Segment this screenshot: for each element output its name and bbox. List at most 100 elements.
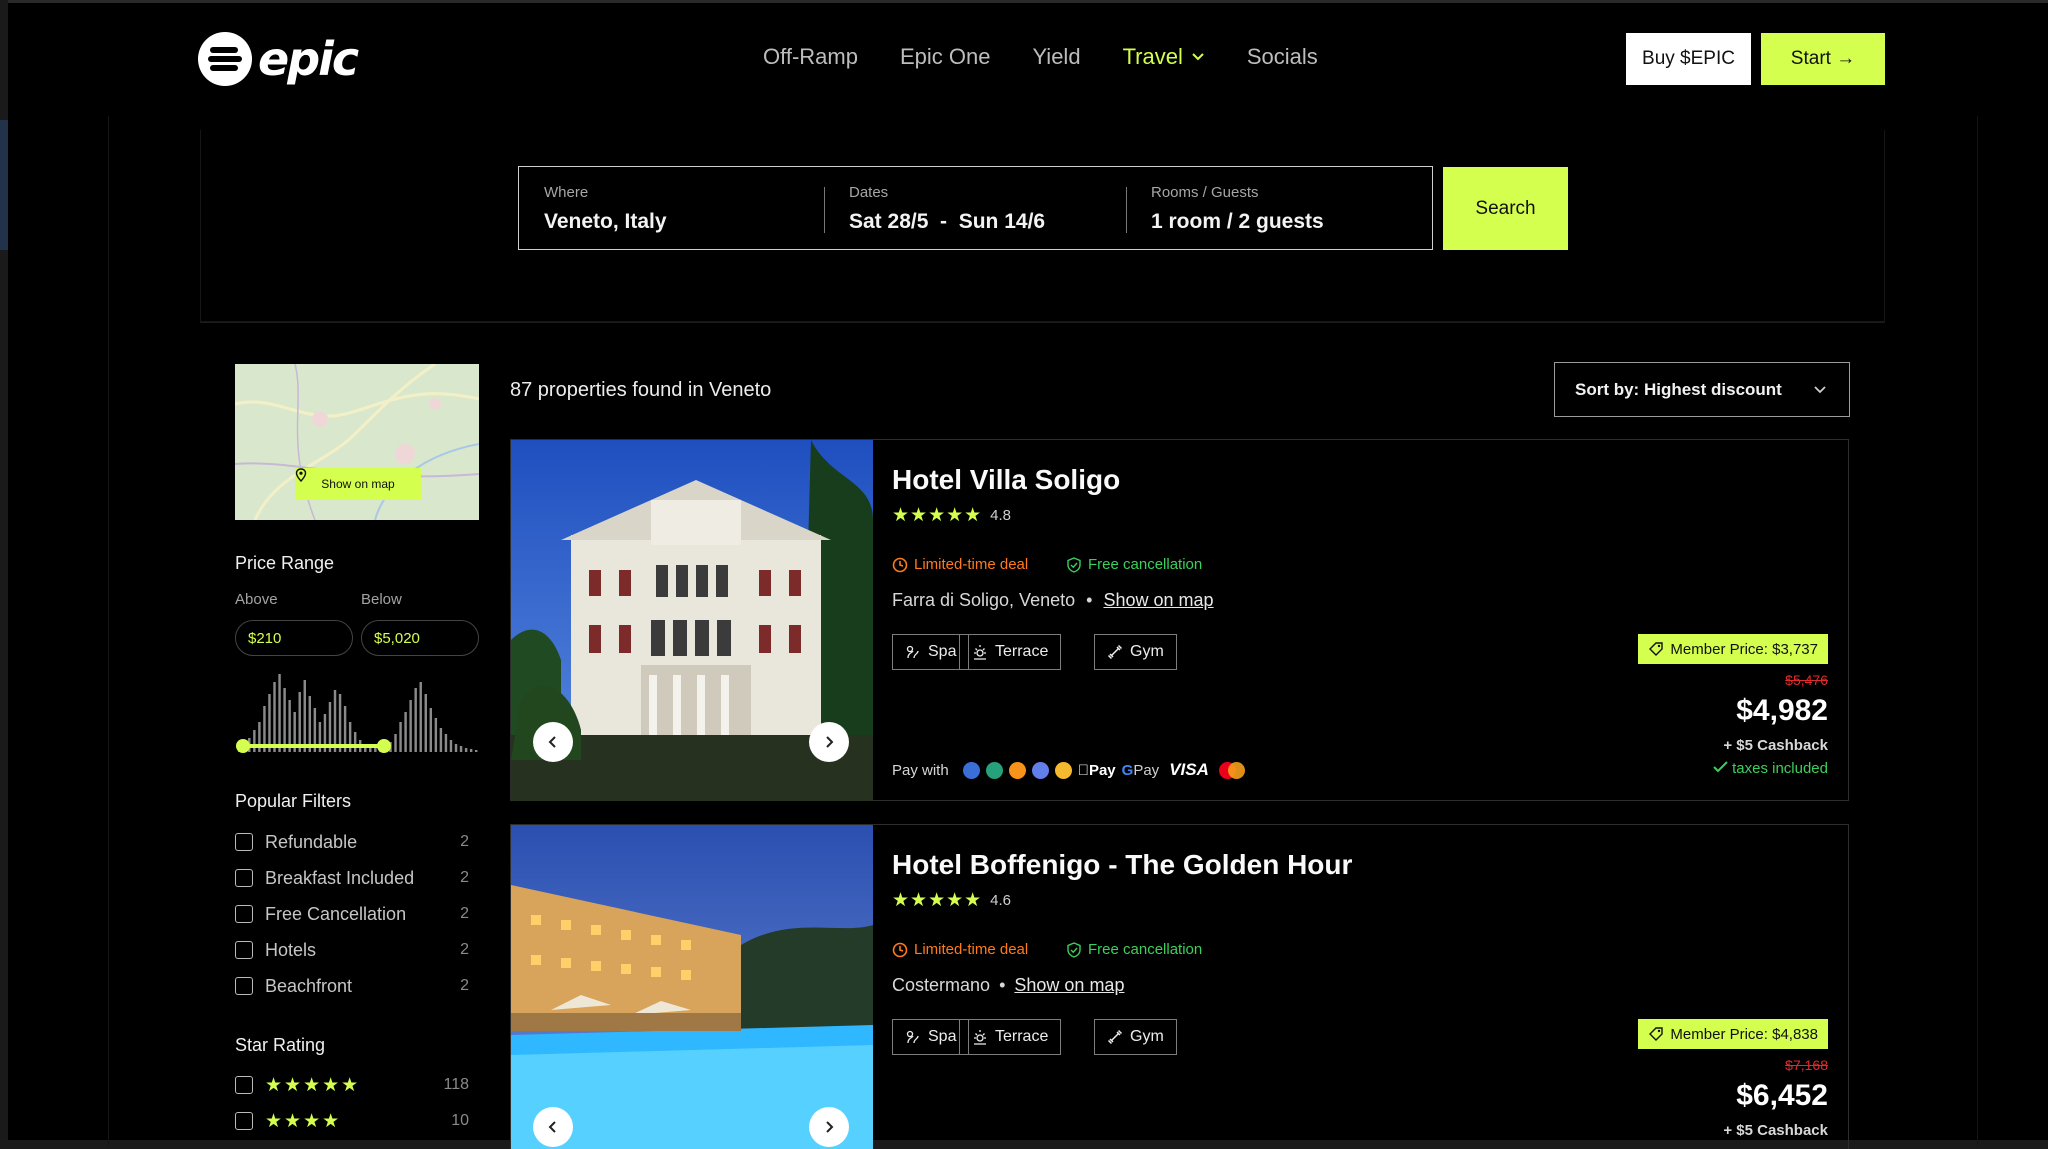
- filter-label: Free Cancellation: [265, 903, 407, 924]
- checkbox[interactable]: [235, 905, 253, 923]
- hotel-name[interactable]: Hotel Boffenigo - The Golden Hour: [892, 849, 1352, 881]
- amenity-label: Terrace: [995, 1028, 1049, 1045]
- member-price-badge: Member Price: $4,838: [1638, 1019, 1828, 1049]
- sort-label: Sort by: Highest discount: [1575, 379, 1782, 399]
- nav-off-ramp[interactable]: Off-Ramp: [763, 44, 858, 70]
- price-slider-max-handle[interactable]: [377, 739, 391, 753]
- free-cancellation-label: Free cancellation: [1088, 941, 1203, 958]
- map-thumbnail[interactable]: Show on map: [235, 364, 479, 520]
- price-range-title: Price Range: [235, 553, 335, 573]
- show-on-map-link[interactable]: Show on map: [1014, 975, 1124, 995]
- where-field[interactable]: Where Veneto, Italy: [519, 167, 824, 249]
- search-button[interactable]: Search: [1443, 167, 1568, 250]
- filter-count: 118: [443, 1076, 469, 1093]
- amenity-label: Gym: [1130, 643, 1164, 660]
- sun-icon: [974, 1030, 986, 1045]
- show-on-map-label: Show on map: [321, 477, 395, 491]
- filter-refundable[interactable]: Refundable 2: [235, 831, 469, 853]
- histogram-bar: [409, 700, 412, 752]
- buy-epic-button[interactable]: Buy $EPIC: [1626, 33, 1751, 85]
- rooms-guests-field[interactable]: Rooms / Guests 1 room / 2 guests: [1126, 167, 1432, 249]
- member-price-label: Member Price: $3,737: [1670, 640, 1818, 658]
- star-rating-icon: ★★★★★: [892, 505, 983, 526]
- sort-dropdown[interactable]: Sort by: Highest discount: [1554, 362, 1850, 417]
- star-rating-4-icon: ★★★★: [265, 1110, 342, 1132]
- next-photo-button[interactable]: [809, 722, 849, 762]
- dates-field[interactable]: Dates Sat 28/5 - Sun 14/6: [824, 167, 1126, 249]
- histogram-bar: [414, 688, 417, 752]
- nav-travel[interactable]: Travel: [1123, 44, 1205, 70]
- nav-epic-one[interactable]: Epic One: [900, 44, 991, 70]
- price-min-input[interactable]: $210: [235, 620, 353, 656]
- filter-4-stars[interactable]: ★★★★ 10: [235, 1110, 469, 1132]
- filter-label: Beachfront: [265, 975, 353, 996]
- previous-photo-button[interactable]: [533, 722, 573, 762]
- location-separator: •: [1086, 590, 1093, 610]
- mastercard-icon: [1218, 761, 1245, 779]
- filter-5-stars[interactable]: ★★★★★ 118: [235, 1074, 469, 1096]
- filter-count: 2: [460, 977, 469, 994]
- amenity-label: Terrace: [995, 643, 1049, 660]
- google-pay-icon: GPay: [1122, 762, 1160, 779]
- start-button[interactable]: Start →: [1761, 33, 1885, 85]
- search-bar: Where Veneto, Italy Dates Sat 28/5 - Sun…: [518, 166, 1433, 250]
- filter-breakfast-included[interactable]: Breakfast Included 2: [235, 867, 469, 889]
- histogram-bar: [444, 734, 448, 752]
- price-slider-min-handle[interactable]: [236, 739, 250, 753]
- histogram-bar: [253, 730, 256, 752]
- tag-icon: [892, 942, 908, 957]
- amenity-gym[interactable]: Gym: [1094, 634, 1177, 670]
- hotel-card[interactable]: Hotel Villa Soligo ★★★★★ 4.8 Limited-tim…: [510, 439, 1849, 801]
- window-top-edge: [0, 0, 2048, 3]
- show-on-map-link[interactable]: Show on map: [1103, 590, 1213, 610]
- amenity-spa[interactable]: Spa: [892, 1019, 970, 1055]
- filter-count: 2: [460, 941, 469, 958]
- filter-hotels[interactable]: Hotels 2: [235, 939, 469, 961]
- show-on-map-button[interactable]: Show on map: [295, 468, 421, 500]
- current-price: $6,452: [1736, 1079, 1828, 1112]
- hotel-photo[interactable]: [511, 440, 873, 801]
- shield-check-icon: [1067, 556, 1081, 573]
- cashback-text: + $5 Cashback: [1723, 1122, 1828, 1139]
- section-divider: [200, 322, 1885, 323]
- checkbox[interactable]: [235, 941, 253, 959]
- hotel-photo[interactable]: [511, 825, 873, 1149]
- filter-count: 2: [460, 833, 469, 850]
- histogram-bar: [303, 680, 306, 752]
- previous-photo-button[interactable]: [533, 1107, 573, 1147]
- amenity-label: Gym: [1130, 1028, 1164, 1045]
- checkbox[interactable]: [235, 1076, 253, 1094]
- next-photo-button[interactable]: [809, 1107, 849, 1147]
- checkbox[interactable]: [235, 833, 253, 851]
- nav-socials[interactable]: Socials: [1247, 44, 1318, 70]
- filter-label: Hotels: [265, 939, 317, 960]
- amenity-gym[interactable]: Gym: [1094, 1019, 1177, 1055]
- price-max-input[interactable]: $5,020: [361, 620, 479, 656]
- member-price-badge: Member Price: $3,737: [1638, 634, 1828, 664]
- histogram-bar: [273, 682, 276, 752]
- hotel-card[interactable]: Hotel Boffenigo - The Golden Hour ★★★★★ …: [510, 824, 1849, 1149]
- checkbox[interactable]: [235, 977, 253, 995]
- histogram-bar: [419, 682, 422, 752]
- tag-icon: [1649, 642, 1664, 656]
- filter-beachfront[interactable]: Beachfront 2: [235, 975, 469, 997]
- main-nav: Off-Ramp Epic One Yield Travel Socials: [763, 44, 1318, 70]
- histogram-bar: [353, 732, 357, 752]
- histogram-bar: [459, 746, 463, 752]
- cashback-text: + $5 Cashback: [1723, 737, 1828, 754]
- amenity-terrace[interactable]: Terrace: [959, 634, 1062, 670]
- window-left-edge: [0, 0, 8, 1149]
- amenity-terrace[interactable]: Terrace: [959, 1019, 1062, 1055]
- hotel-rating: ★★★★★ 4.8: [892, 504, 1011, 527]
- checkbox[interactable]: [235, 1112, 253, 1130]
- hotel-name[interactable]: Hotel Villa Soligo: [892, 464, 1120, 496]
- epic-logo[interactable]: epic: [198, 32, 359, 86]
- apple-pay-icon: Pay: [1078, 762, 1116, 779]
- chevron-right-icon: [826, 1121, 834, 1133]
- filter-free-cancellation[interactable]: Free Cancellation 2: [235, 903, 469, 925]
- checkbox[interactable]: [235, 869, 253, 887]
- nav-yield[interactable]: Yield: [1032, 44, 1080, 70]
- amenity-spa[interactable]: Spa: [892, 634, 970, 670]
- histogram-bar: [469, 749, 473, 752]
- member-price-label: Member Price: $4,838: [1670, 1025, 1818, 1043]
